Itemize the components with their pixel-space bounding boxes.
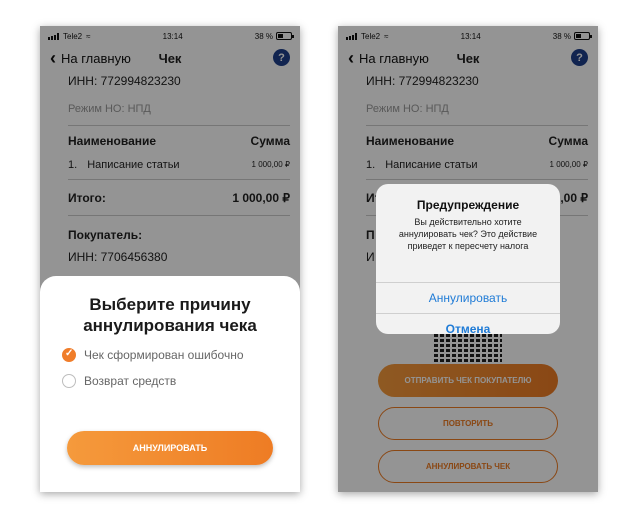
list-item: 1. Написание статьи 1 000,00 ₽ bbox=[366, 156, 588, 180]
status-right: 38 % bbox=[552, 31, 592, 41]
status-left: Tele2 ≈ bbox=[48, 32, 91, 41]
radio-checked-icon bbox=[62, 348, 76, 362]
col-name: Наименование bbox=[68, 134, 157, 148]
items-header: Наименование Сумма bbox=[366, 126, 588, 156]
receipt: ИНН: 772994823230 Режим НО: НПД Наименов… bbox=[40, 70, 300, 268]
item-name: 1. Написание статьи bbox=[68, 159, 180, 171]
dialog-title: Предупреждение bbox=[416, 198, 520, 212]
reason-label: Возврат средств bbox=[84, 374, 177, 388]
back-button[interactable]: ‹ На главную bbox=[50, 49, 131, 67]
battery-fill bbox=[576, 34, 581, 38]
battery-fill bbox=[278, 34, 283, 38]
radio-unchecked-icon bbox=[62, 374, 76, 388]
repeat-button[interactable]: ПОВТОРИТЬ bbox=[378, 407, 558, 440]
chevron-left-icon: ‹ bbox=[50, 48, 56, 68]
chevron-left-icon: ‹ bbox=[348, 48, 354, 68]
phone-screen-right: Tele2 ≈ 13:14 38 % ‹ На главную Чек ? ИН… bbox=[338, 26, 598, 492]
seller-inn: ИНН: 772994823230 bbox=[366, 74, 479, 88]
battery-percent: 38 % bbox=[552, 31, 571, 41]
page-title: Чек bbox=[456, 50, 480, 66]
total-value: 1 000,00 ₽ bbox=[232, 190, 290, 205]
dialog-message: Вы действительно хотите аннулировать чек… bbox=[398, 217, 538, 251]
status-left: Tele2 ≈ bbox=[346, 32, 389, 41]
tax-mode: Режим НО: НПД bbox=[366, 92, 588, 126]
item-name: 1. Написание статьи bbox=[366, 159, 478, 171]
carrier-name: Tele2 bbox=[63, 31, 83, 41]
items-header: Наименование Сумма bbox=[68, 126, 290, 156]
sheet-title: Выберите причину аннулирования чека bbox=[83, 295, 257, 335]
confirm-annul-button[interactable]: Аннулировать bbox=[376, 282, 560, 313]
status-bar: Tele2 ≈ 13:14 38 % bbox=[40, 26, 300, 46]
back-label: На главную bbox=[359, 50, 429, 66]
signal-icon bbox=[346, 32, 357, 40]
page-title: Чек bbox=[158, 50, 182, 66]
total-label: Итого: bbox=[68, 190, 106, 205]
item-sum: 1 000,00 ₽ bbox=[549, 160, 588, 169]
status-time: 13:14 bbox=[460, 31, 481, 41]
nav-bar: ‹ На главную Чек ? bbox=[338, 46, 598, 70]
carrier-name: Tele2 bbox=[361, 31, 381, 41]
item-title: Написание статьи bbox=[87, 158, 180, 171]
item-sum: 1 000,00 ₽ bbox=[251, 160, 290, 169]
help-icon[interactable]: ? bbox=[571, 49, 588, 66]
wifi-icon: ≈ bbox=[86, 31, 91, 41]
reason-option-error[interactable]: Чек сформирован ошибочно bbox=[62, 348, 284, 362]
annul-button[interactable]: АННУЛИРОВАТЬ bbox=[67, 431, 273, 465]
buyer-label: Покупатель: bbox=[68, 228, 143, 242]
phone-screen-left: Tele2 ≈ 13:14 38 % ‹ На главную Чек ? ИНН… bbox=[40, 26, 300, 492]
wifi-icon: ≈ bbox=[384, 31, 389, 41]
tax-mode: Режим НО: НПД bbox=[68, 92, 290, 126]
total-row: Итого: 1 000,00 ₽ bbox=[68, 180, 290, 216]
battery-icon bbox=[276, 32, 294, 40]
status-bar: Tele2 ≈ 13:14 38 % bbox=[338, 26, 598, 46]
send-receipt-button[interactable]: ОТПРАВИТЬ ЧЕК ПОКУПАТЕЛЮ bbox=[378, 364, 558, 397]
warning-dialog: Предупреждение Вы действительно хотите а… bbox=[376, 184, 560, 334]
signal-icon bbox=[48, 32, 59, 40]
battery-icon bbox=[574, 32, 592, 40]
reason-option-refund[interactable]: Возврат средств bbox=[62, 374, 284, 388]
status-time: 13:14 bbox=[162, 31, 183, 41]
cancel-receipt-button[interactable]: АННУЛИРОВАТЬ ЧЕК bbox=[378, 450, 558, 483]
status-right: 38 % bbox=[254, 31, 294, 41]
nav-bar: ‹ На главную Чек ? bbox=[40, 46, 300, 70]
reason-label: Чек сформирован ошибочно bbox=[84, 348, 244, 362]
col-name: Наименование bbox=[366, 134, 455, 148]
battery-percent: 38 % bbox=[254, 31, 273, 41]
list-item: 1. Написание статьи 1 000,00 ₽ bbox=[68, 156, 290, 180]
item-index: 1. bbox=[68, 158, 78, 171]
seller-inn: ИНН: 772994823230 bbox=[68, 74, 181, 88]
help-icon[interactable]: ? bbox=[273, 49, 290, 66]
item-index: 1. bbox=[366, 158, 376, 171]
back-button[interactable]: ‹ На главную bbox=[348, 49, 429, 67]
item-title: Написание статьи bbox=[385, 158, 478, 171]
buyer-inn: ИНН: 7706456380 bbox=[68, 250, 168, 264]
back-label: На главную bbox=[61, 50, 131, 66]
col-sum: Сумма bbox=[250, 134, 290, 148]
dialog-cancel-button[interactable]: Отмена bbox=[376, 313, 560, 334]
col-sum: Сумма bbox=[548, 134, 588, 148]
cancel-reason-sheet: Выберите причину аннулирования чека Чек … bbox=[40, 276, 300, 492]
